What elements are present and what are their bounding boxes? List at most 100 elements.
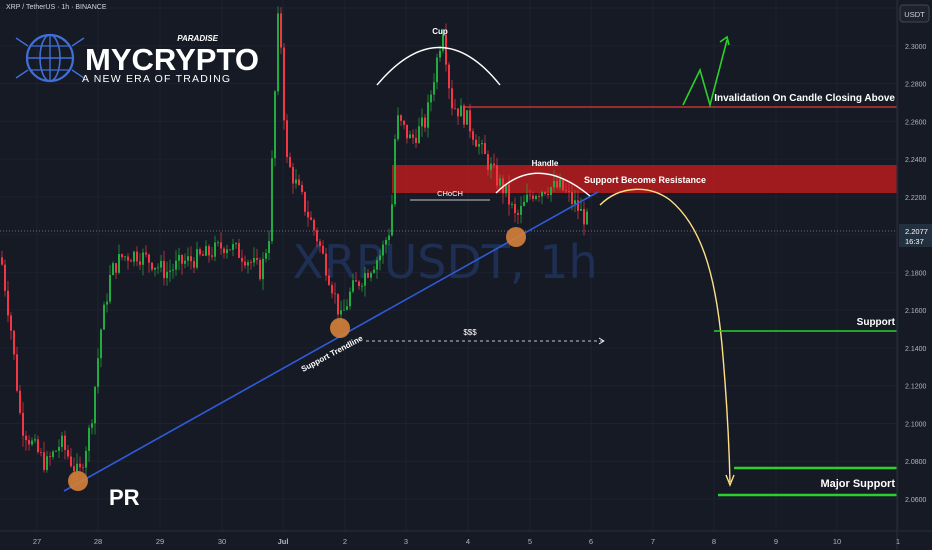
candle-body [406,124,408,139]
candle-body [229,249,231,251]
candle-body [253,258,255,263]
candle-body [187,256,189,261]
candle-body [439,50,441,58]
candle-body [364,273,366,286]
candle-body [382,244,384,256]
candle-body [130,260,132,262]
candle-body [49,456,51,458]
candle-body [448,64,450,89]
candle-body [85,450,87,468]
logo-slogan: A NEW ERA OF TRADING [82,73,231,85]
candle-body [400,115,402,121]
time-tick-label: 3 [404,537,408,546]
candle-body [313,219,315,231]
candle-body [16,354,18,391]
candle-body [583,208,585,225]
support-label: Support [857,317,896,328]
pr-marker [68,471,88,491]
candle-body [88,427,90,451]
candle-body [94,386,96,424]
handle-touch-marker [506,227,526,247]
price-tick-label: 2.1600 [905,308,927,315]
price-tick-label: 2.1800 [905,270,927,277]
candle-body [460,105,462,117]
candle-body [127,256,129,261]
candle-body [136,251,138,262]
candle-body [547,193,549,196]
candle-body [346,306,348,310]
time-tick-label: 30 [218,537,226,546]
time-tick-label: 29 [156,537,164,546]
candle-body [499,178,501,186]
candle-body [373,269,375,273]
candle-body [238,243,240,258]
candle-body [202,254,204,256]
time-tick-label: 9 [774,537,778,546]
time-tick-label: 6 [589,537,593,546]
symbol-header: XRP / TetherUS · 1h · BINANCE [6,4,107,11]
candle-body [538,196,540,197]
price-tick-label: 2.1400 [905,346,927,353]
handle-label: Handle [532,159,559,168]
candle-body [484,143,486,155]
candle-body [580,208,582,211]
major-support-label: Major Support [820,478,895,490]
candle-body [544,191,546,194]
candle-body [445,34,447,65]
candle-body [394,139,396,205]
candle-body [493,163,495,166]
candle-body [247,262,249,266]
candle-body [418,126,420,144]
candle-body [541,191,543,197]
candle-body [391,204,393,236]
candle-body [289,157,291,168]
cup-label: Cup [432,27,448,36]
candle-body [334,293,336,295]
candle-body [196,249,198,268]
candle-body [301,184,303,193]
candle-body [211,255,213,257]
candle-body [40,452,42,453]
price-countdown: 16:37 [905,237,924,246]
candle-body [475,139,477,147]
candle-body [100,329,102,359]
candle-body [148,254,150,263]
candle-body [58,447,60,451]
candle-body [43,452,45,470]
candle-body [121,254,123,258]
candle-body [526,194,528,202]
candle-body [322,245,324,254]
price-tick-label: 2.2600 [905,119,927,126]
candle-body [91,423,93,428]
price-chart[interactable]: XRPUSDT, 1h Support Become Resistance In… [0,0,932,550]
pr-label: PR [109,485,140,510]
candle-body [427,102,429,128]
candle-body [295,179,297,184]
candle-body [232,244,234,250]
candle-body [55,450,57,452]
candle-body [415,137,417,144]
candle-body [385,239,387,245]
choch-label: CHoCH [437,189,463,198]
candle-body [559,179,561,188]
candle-body [160,260,162,268]
candle-body [118,254,120,273]
candle-body [73,466,75,472]
candle-body [205,246,207,256]
resistance-label: Support Become Resistance [584,175,706,185]
candle-body [430,94,432,103]
candle-body [316,230,318,242]
candle-body [463,105,465,125]
candle-body [226,249,228,254]
candle-body [172,269,174,271]
candle-body [250,262,252,264]
candle-body [19,390,21,413]
candle-body [520,205,522,215]
candle-body [403,120,405,125]
candle-body [142,252,144,265]
candle-body [454,108,456,110]
candle-body [307,211,309,218]
candle-body [220,242,222,249]
candle-body [193,261,195,268]
candle-body [217,242,219,244]
